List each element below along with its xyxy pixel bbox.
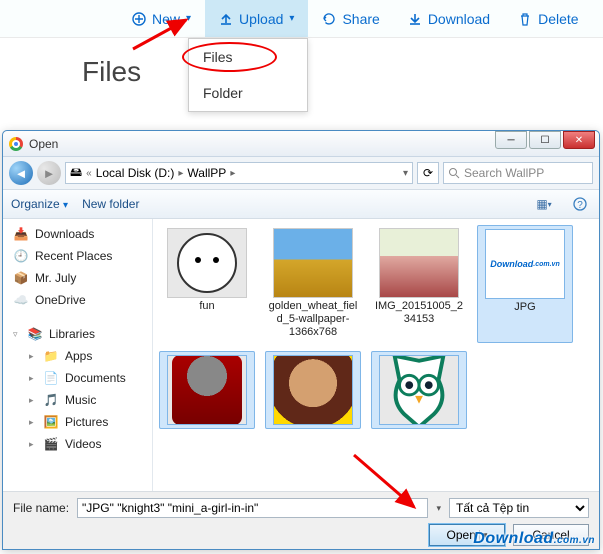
toolbar-download-label: Download <box>428 11 490 27</box>
download-icon <box>408 12 422 26</box>
music-icon: 🎵 <box>43 392 59 408</box>
toolbar-delete-label: Delete <box>538 11 578 27</box>
toolbar-share[interactable]: Share <box>308 0 393 37</box>
documents-icon: 📄 <box>43 370 59 386</box>
nav-forward-button[interactable]: ► <box>37 161 61 185</box>
sidebar-item-onedrive[interactable]: ☁️OneDrive <box>3 289 152 311</box>
file-item-selected[interactable] <box>371 351 467 429</box>
sidebar-item-recent[interactable]: 🕘Recent Places <box>3 245 152 267</box>
sidebar-item-mrjuly[interactable]: 📦Mr. July <box>3 267 152 289</box>
chevron-down-icon: ▿ <box>13 329 21 340</box>
toolbar-upload-label: Upload <box>239 11 283 27</box>
file-label: fun <box>199 300 214 313</box>
help-button[interactable]: ? <box>569 194 591 214</box>
upload-dropdown: Files Folder <box>188 38 308 112</box>
open-dialog: Open ─ ☐ ✕ ◄ ► 🖴 « Local Disk (D:) ▸ Wal… <box>2 130 600 550</box>
chevron-right-icon: ▸ <box>178 168 183 179</box>
close-button[interactable]: ✕ <box>563 131 595 149</box>
filename-history-button[interactable]: ▾ <box>436 503 441 514</box>
svg-text:?: ? <box>577 200 583 211</box>
file-label: golden_wheat_field_5-wallpaper-1366x768 <box>268 300 358 340</box>
chevron-right-icon: ▸ <box>230 168 235 179</box>
cloud-icon: ☁️ <box>13 292 29 308</box>
sidebar-item-downloads[interactable]: 📥Downloads <box>3 223 152 245</box>
organize-button[interactable]: Organize ▾ <box>11 197 68 211</box>
search-placeholder: Search WallPP <box>464 166 544 180</box>
plus-icon <box>132 12 146 26</box>
view-button[interactable]: ▦ ▾ <box>533 194 555 214</box>
sidebar-item-pictures[interactable]: ▸🖼️Pictures <box>3 411 152 433</box>
file-item[interactable]: golden_wheat_field_5-wallpaper-1366x768 <box>265 225 361 343</box>
share-icon <box>322 12 336 26</box>
toolbar-upload[interactable]: Upload ▾ <box>205 0 308 37</box>
file-item[interactable]: fun <box>159 225 255 343</box>
search-icon <box>448 167 460 179</box>
chevron-down-icon[interactable]: ▾ <box>403 168 408 179</box>
file-item-selected[interactable] <box>265 351 361 429</box>
apps-icon: 📁 <box>43 348 59 364</box>
chevron-down-icon: ▾ <box>479 530 488 541</box>
minimize-button[interactable]: ─ <box>495 131 527 149</box>
videos-icon: 🎬 <box>43 436 59 452</box>
dropbox-icon: 📦 <box>13 270 29 286</box>
file-pane[interactable]: fun golden_wheat_field_5-wallpaper-1366x… <box>153 219 599 491</box>
file-item[interactable]: IMG_20151005_234153 <box>371 225 467 343</box>
new-folder-button[interactable]: New folder <box>82 197 139 211</box>
path-folder[interactable]: WallPP <box>187 166 226 180</box>
toolbar-download[interactable]: Download <box>394 0 504 37</box>
drive-icon: 🖴 <box>70 163 82 184</box>
nav-back-button[interactable]: ◄ <box>9 161 33 185</box>
path-box[interactable]: 🖴 « Local Disk (D:) ▸ WallPP ▸ ▾ <box>65 162 413 184</box>
filetype-select[interactable]: Tất cả Tệp tin <box>449 498 589 518</box>
path-disk[interactable]: Local Disk (D:) <box>96 166 175 180</box>
pictures-icon: 🖼️ <box>43 414 59 430</box>
open-button[interactable]: Open▾ <box>429 524 505 546</box>
sidebar-item-documents[interactable]: ▸📄Documents <box>3 367 152 389</box>
file-item-selected[interactable] <box>159 351 255 429</box>
sidebar-item-libraries[interactable]: ▿📚Libraries <box>3 323 152 345</box>
filename-input[interactable] <box>77 498 428 518</box>
toolbar-share-label: Share <box>342 11 379 27</box>
toolbar-delete[interactable]: Delete <box>504 0 592 37</box>
recent-icon: 🕘 <box>13 248 29 264</box>
file-item-selected[interactable]: Download.com.vn JPG <box>477 225 573 343</box>
cancel-button[interactable]: Cancel <box>513 524 589 546</box>
library-icon: 📚 <box>27 326 43 342</box>
chevron-down-icon: ▾ <box>186 13 191 24</box>
folder-download-icon: 📥 <box>13 226 29 242</box>
chevron-down-icon: ▾ <box>63 200 68 211</box>
titlebar[interactable]: Open ─ ☐ ✕ <box>3 131 599 157</box>
upload-files-item[interactable]: Files <box>189 39 307 75</box>
upload-icon <box>219 12 233 26</box>
refresh-button[interactable]: ⟳ <box>417 162 439 184</box>
sidebar-item-music[interactable]: ▸🎵Music <box>3 389 152 411</box>
dialog-title: Open <box>29 137 58 151</box>
sidebar-item-videos[interactable]: ▸🎬Videos <box>3 433 152 455</box>
trash-icon <box>518 12 532 26</box>
toolbar-new[interactable]: New ▾ <box>118 0 205 37</box>
chrome-icon <box>9 137 23 151</box>
sidebar: 📥Downloads 🕘Recent Places 📦Mr. July ☁️On… <box>3 219 153 491</box>
file-label: IMG_20151005_234153 <box>374 300 464 326</box>
maximize-button[interactable]: ☐ <box>529 131 561 149</box>
filename-label: File name: <box>13 501 69 515</box>
toolbar-new-label: New <box>152 11 180 27</box>
chevron-down-icon: ▾ <box>289 13 294 24</box>
search-input[interactable]: Search WallPP <box>443 162 593 184</box>
upload-folder-item[interactable]: Folder <box>189 75 307 111</box>
file-label: JPG <box>514 301 535 314</box>
sidebar-item-apps[interactable]: ▸📁Apps <box>3 345 152 367</box>
